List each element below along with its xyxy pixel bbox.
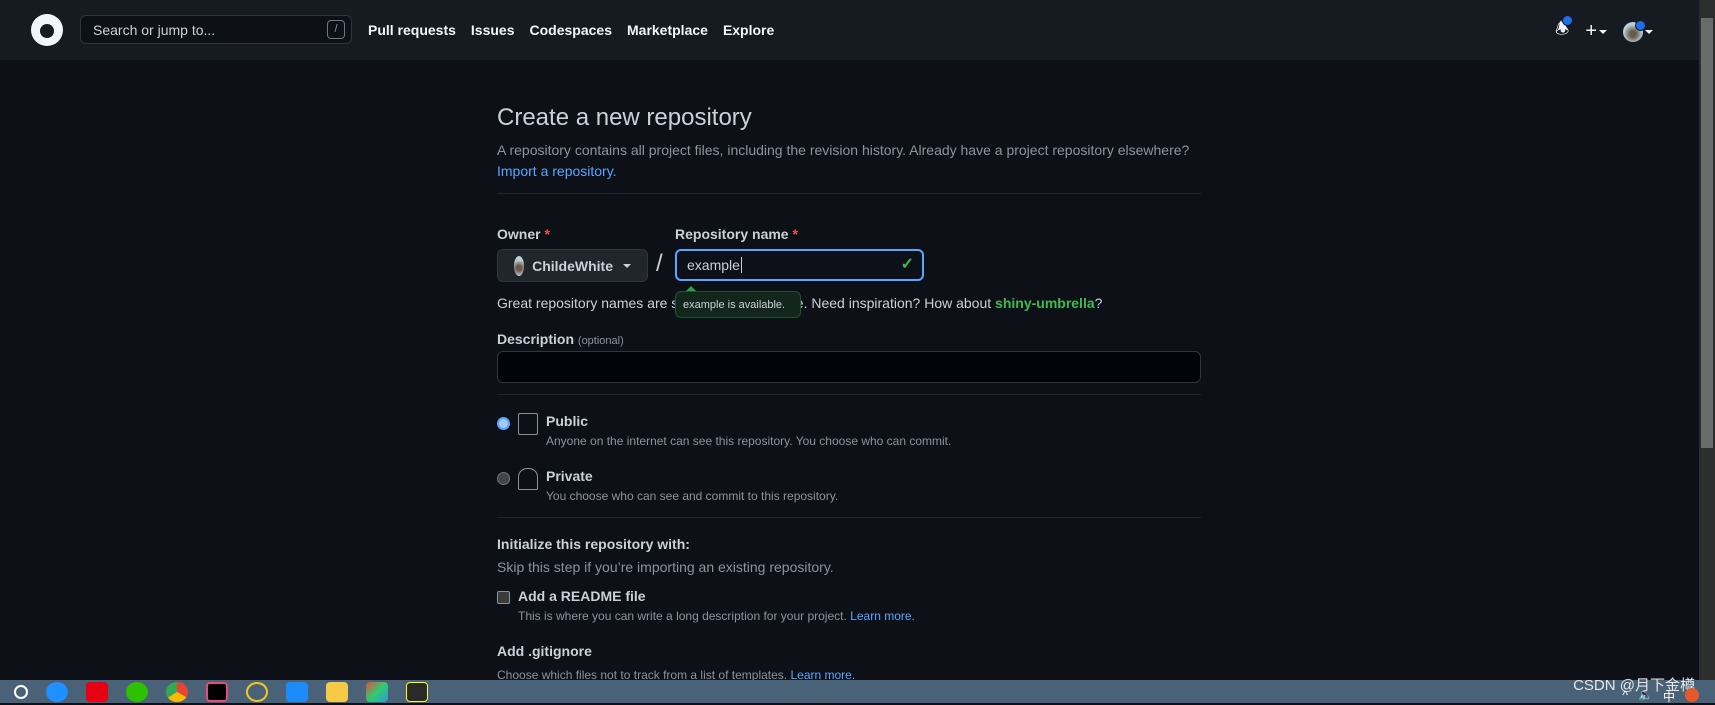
readme-learn-more-link[interactable]: Learn more. [850, 609, 915, 623]
repo-name-input[interactable]: example ✓ [675, 249, 924, 281]
suggested-name-link[interactable]: shiny-umbrella [995, 295, 1095, 311]
required-mark: * [544, 226, 550, 242]
repo-name-value: example [687, 257, 740, 273]
plus-icon[interactable]: + [1585, 20, 1608, 43]
visibility-public[interactable]: Public Anyone on the internet can see thi… [497, 413, 1201, 448]
visibility-private[interactable]: Private You choose who can see and commit… [497, 468, 1201, 503]
description-label: Description [497, 331, 575, 347]
owner-dropdown[interactable]: ChildeWhite [497, 249, 648, 282]
system-tray: ^ 🔈 中 [1622, 688, 1699, 705]
private-radio[interactable] [497, 472, 510, 485]
avatar[interactable] [1623, 19, 1654, 42]
nav-explore[interactable]: Explore [723, 22, 774, 38]
init-title: Initialize this repository with: [497, 536, 690, 552]
public-desc: Anyone on the internet can see this repo… [546, 434, 952, 448]
public-radio[interactable] [497, 417, 510, 430]
repo-name-label: Repository name [675, 226, 789, 242]
readme-desc: This is where you can write a long descr… [518, 609, 847, 623]
os-taskbar [0, 680, 1715, 703]
nav-marketplace[interactable]: Marketplace [627, 22, 708, 38]
chrome-icon[interactable] [166, 681, 188, 702]
search-placeholder: Search or jump to... [93, 22, 216, 38]
top-header: Search or jump to... / Pull requests Issu… [0, 0, 1699, 60]
ime-indicator[interactable]: 中 [1663, 688, 1675, 705]
check-icon: ✓ [900, 256, 914, 273]
search-input[interactable]: Search or jump to... / [80, 15, 352, 44]
nav-pull-requests[interactable]: Pull requests [368, 22, 456, 38]
page-title: Create a new repository [497, 104, 752, 131]
owner-value: ChildeWhite [532, 257, 613, 274]
owner-label: Owner [497, 226, 541, 242]
youdao-icon[interactable] [86, 681, 108, 702]
app-icon[interactable] [366, 681, 388, 702]
page-subtitle: A repository contains all project files,… [497, 140, 1201, 182]
nav-codespaces[interactable]: Codespaces [530, 22, 612, 38]
intellij-icon[interactable] [206, 681, 228, 702]
divider [497, 517, 1201, 518]
hint-suffix: ? [1094, 295, 1103, 311]
public-title: Public [546, 413, 589, 429]
required-mark: * [792, 226, 798, 242]
slash-shortcut-badge: / [327, 20, 345, 39]
owner-avatar [514, 255, 525, 276]
header-actions: 🕭 + [1555, 15, 1654, 45]
divider [497, 193, 1201, 194]
bell-icon[interactable]: 🕭 [1555, 15, 1573, 45]
readme-checkbox[interactable] [497, 591, 510, 604]
create-repo-form: Create a new repository A repository con… [497, 104, 1201, 682]
subtitle-text: A repository contains all project files,… [497, 142, 1190, 158]
app-icon[interactable] [406, 681, 428, 702]
speaker-icon[interactable]: 🔈 [1638, 688, 1653, 705]
main-nav: Pull requests Issues Codespaces Marketpl… [368, 22, 774, 38]
scrollbar-thumb[interactable] [1701, 18, 1713, 448]
availability-tooltip: example is available. [675, 286, 801, 318]
wechat-icon[interactable] [126, 681, 148, 702]
owner-repo-separator: / [656, 250, 663, 277]
nav-issues[interactable]: Issues [471, 22, 515, 38]
private-desc: You choose who can see and commit to thi… [546, 489, 839, 503]
tray-expand-icon[interactable]: ^ [1622, 688, 1628, 705]
app-icon[interactable] [246, 681, 268, 702]
optional-label: (optional) [577, 335, 624, 347]
sogou-icon[interactable] [1685, 688, 1699, 702]
edge-browser-icon[interactable] [46, 681, 68, 702]
folder-icon[interactable] [326, 681, 348, 702]
readme-option[interactable]: Add a README file This is where you can w… [497, 588, 1201, 623]
search-icon[interactable] [14, 684, 28, 699]
readme-label: Add a README file [518, 588, 646, 604]
gitignore-title: Add .gitignore [497, 643, 592, 659]
chevron-down-icon [623, 263, 631, 272]
description-input[interactable] [497, 351, 1201, 383]
feishu-icon[interactable] [286, 681, 308, 702]
lock-icon [518, 468, 538, 490]
import-repository-link[interactable]: Import a repository. [497, 163, 617, 179]
init-subtitle: Skip this step if you’re importing an ex… [497, 559, 834, 575]
repo-book-icon [518, 413, 538, 435]
private-title: Private [546, 468, 593, 484]
vertical-scrollbar[interactable] [1699, 0, 1715, 680]
github-logo-icon[interactable] [31, 14, 63, 46]
